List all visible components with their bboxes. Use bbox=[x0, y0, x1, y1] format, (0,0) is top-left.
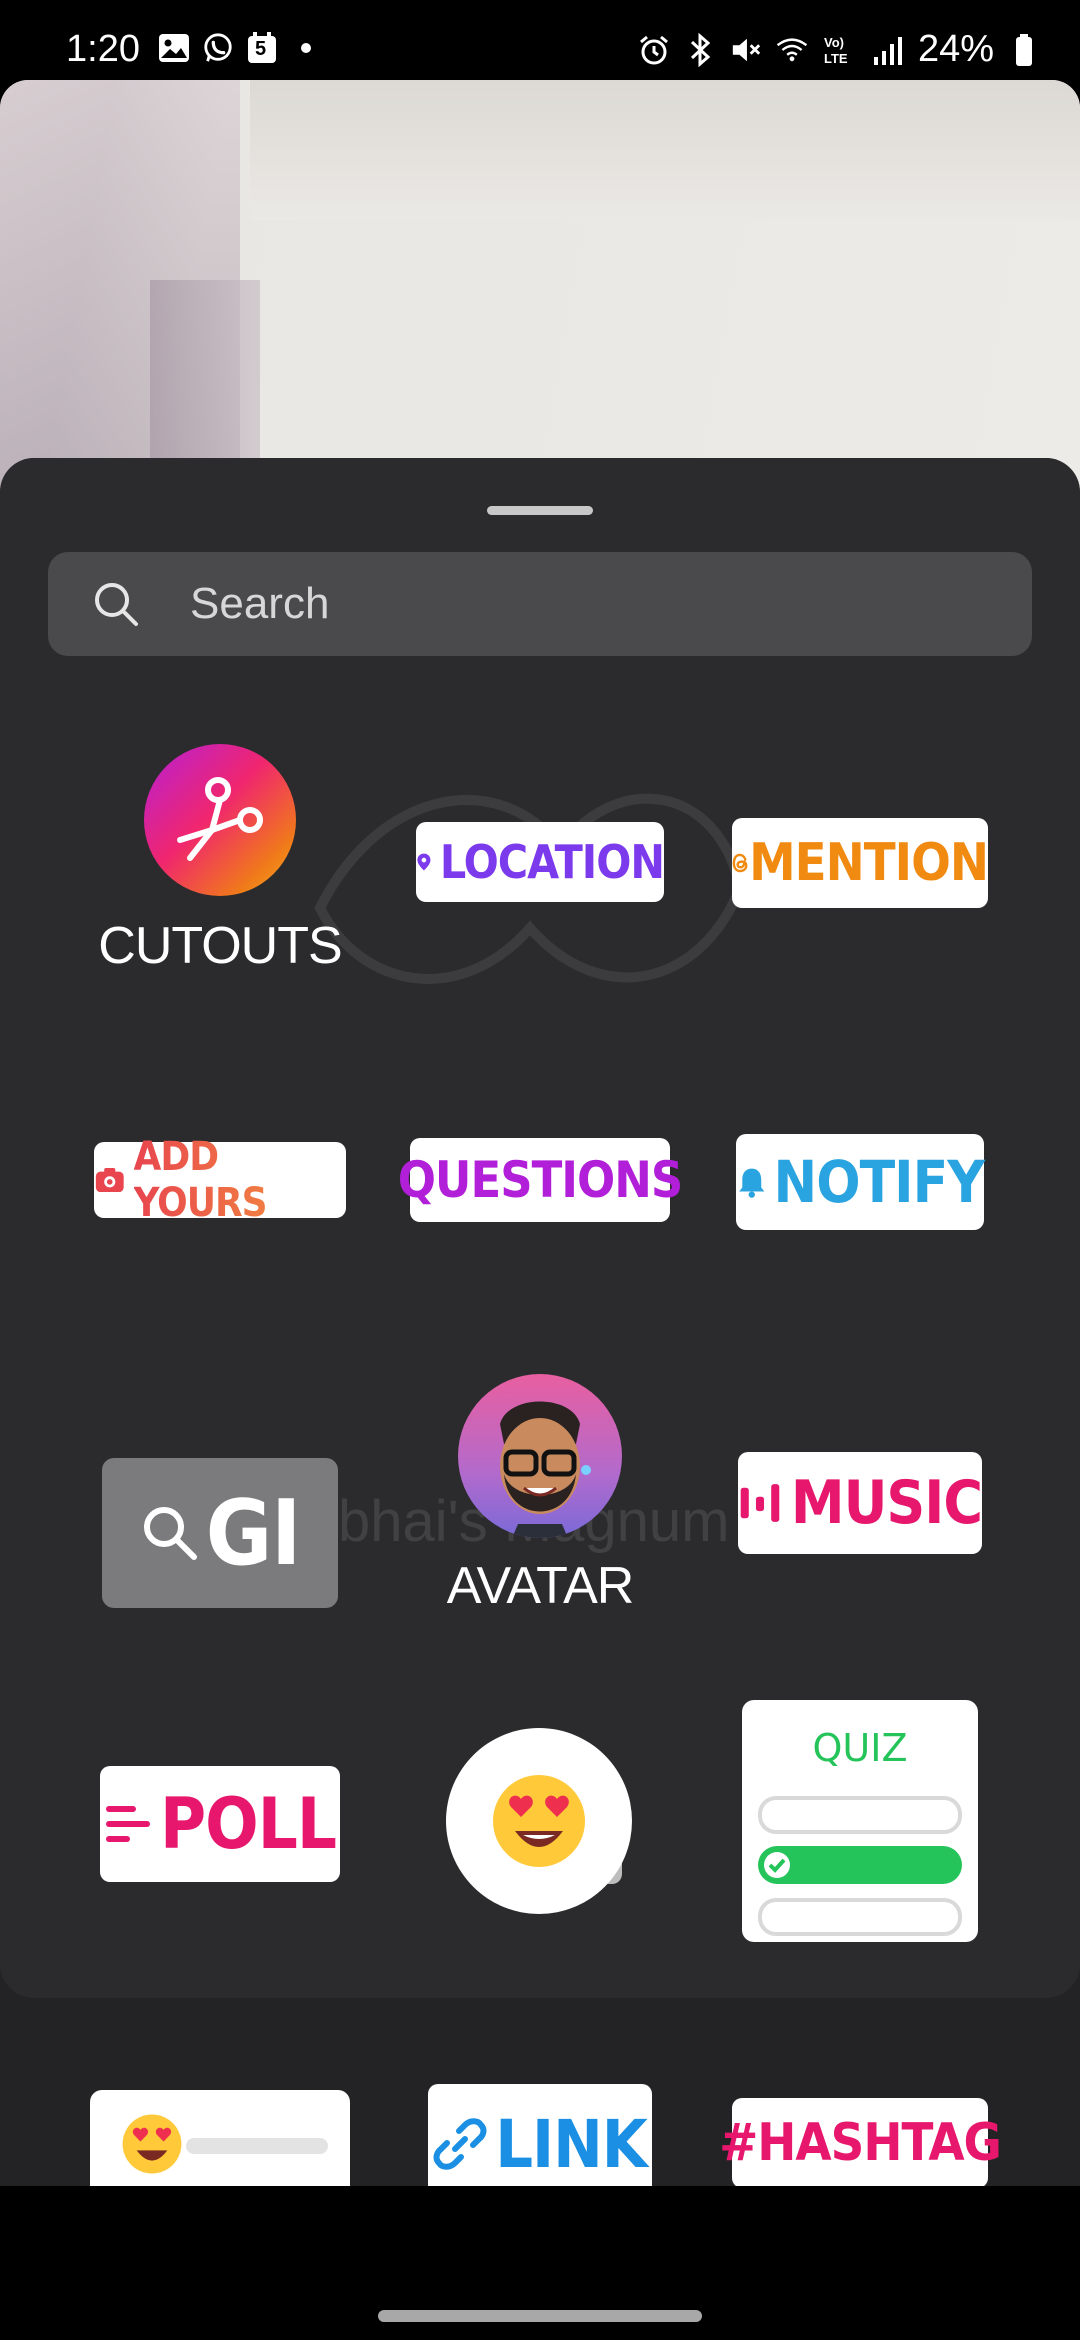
emoji-slider-sticker[interactable] bbox=[446, 1728, 636, 1928]
search-placeholder: Search bbox=[190, 579, 330, 628]
status-time: 1:20 bbox=[66, 28, 140, 70]
battery-percent: 24% bbox=[917, 28, 994, 70]
quiz-option-2 bbox=[758, 1846, 962, 1884]
cutouts-sticker[interactable]: CUTOUTS bbox=[84, 744, 356, 984]
bluetooth-icon bbox=[684, 32, 716, 67]
avatar-sticker[interactable]: AVATAR bbox=[440, 1374, 640, 1624]
battery-icon bbox=[1008, 33, 1040, 66]
mention-sticker[interactable]: MENTION bbox=[732, 818, 989, 908]
calendar-icon: 5 bbox=[246, 32, 278, 64]
emoji-slider-bar-sticker[interactable] bbox=[90, 2090, 350, 2200]
gif-label: GI bbox=[205, 1480, 302, 1586]
threads-mention-icon bbox=[732, 853, 748, 873]
scissors-icon bbox=[177, 777, 263, 861]
heart-eyes-emoji-small-icon bbox=[122, 2114, 182, 2174]
story-photo-background bbox=[0, 80, 1080, 500]
sticker-tray: Majnubhai's Magnum Op Search CUTOUTS bbox=[0, 458, 1080, 2340]
music-bars-icon bbox=[740, 1484, 780, 1522]
location-label: LOCATION bbox=[439, 835, 665, 889]
hashtag-label: #HASHTAG bbox=[719, 2113, 1002, 2173]
volte-icon: Vo) LTE bbox=[822, 34, 858, 66]
questions-sticker[interactable]: QUESTIONS bbox=[398, 1138, 683, 1222]
avatar bbox=[458, 1374, 622, 1538]
slider-track bbox=[186, 2138, 328, 2154]
cutouts-label: CUTOUTS bbox=[98, 917, 342, 975]
add-yours-sticker[interactable]: ADD YOURS bbox=[94, 1134, 346, 1226]
svg-text:Vo): Vo) bbox=[824, 35, 844, 50]
emoji-bubble bbox=[446, 1728, 632, 1914]
camera-icon bbox=[95, 1167, 124, 1193]
system-icons: Vo) LTE 24% bbox=[638, 28, 1040, 71]
status-bar: 1:20 5 Vo) LTE 24% bbox=[0, 0, 1080, 80]
poll-label: POLL bbox=[160, 1783, 337, 1865]
notify-sticker[interactable]: NOTIFY bbox=[736, 1134, 985, 1230]
notify-label: NOTIFY bbox=[773, 1148, 985, 1216]
poll-sticker[interactable]: POLL bbox=[100, 1766, 340, 1882]
svg-text:LTE: LTE bbox=[824, 51, 848, 66]
add-yours-label: ADD YOURS bbox=[134, 1134, 346, 1226]
bell-icon bbox=[739, 1168, 765, 1198]
alarm-icon bbox=[638, 34, 670, 66]
calendar-badge: 5 bbox=[255, 38, 267, 60]
gallery-icon bbox=[158, 32, 190, 64]
gif-search-icon bbox=[143, 1507, 197, 1560]
whatsapp-icon bbox=[202, 32, 234, 64]
location-sticker[interactable]: LOCATION bbox=[416, 822, 665, 902]
gif-sticker[interactable]: GI bbox=[102, 1458, 338, 1608]
quiz-sticker[interactable]: QUIZ bbox=[742, 1700, 978, 1942]
dot-icon bbox=[290, 32, 322, 64]
home-gesture-pill[interactable] bbox=[378, 2310, 702, 2322]
sticker-tray-body: Majnubhai's Magnum Op Search CUTOUTS bbox=[0, 458, 1080, 1998]
notification-icons: 5 bbox=[158, 32, 322, 64]
check-icon bbox=[764, 1852, 790, 1878]
quiz-option-1 bbox=[758, 1796, 962, 1834]
quiz-option-3 bbox=[758, 1898, 962, 1936]
search-icon bbox=[95, 583, 138, 626]
cutouts-icon bbox=[144, 744, 296, 896]
heart-eyes-emoji-icon bbox=[493, 1775, 585, 1867]
sticker-search-bar[interactable]: Search bbox=[48, 552, 1032, 656]
music-label: MUSIC bbox=[790, 1468, 983, 1538]
drag-handle[interactable] bbox=[487, 506, 593, 515]
wifi-icon bbox=[776, 34, 808, 66]
memoji-face-icon bbox=[500, 1401, 591, 1538]
quiz-label: QUIZ bbox=[812, 1726, 908, 1770]
signal-icon bbox=[872, 34, 904, 66]
link-label: LINK bbox=[495, 2105, 648, 2183]
avatar-label: AVATAR bbox=[446, 1557, 635, 1615]
questions-label: QUESTIONS bbox=[397, 1151, 684, 1209]
location-pin-icon bbox=[417, 853, 431, 871]
poll-lines-icon bbox=[106, 1806, 151, 1842]
hashtag-sticker[interactable]: #HASHTAG bbox=[719, 2098, 1002, 2188]
link-icon bbox=[433, 2118, 487, 2170]
mute-icon bbox=[730, 34, 762, 66]
mention-label: MENTION bbox=[749, 833, 989, 893]
music-sticker[interactable]: MUSIC bbox=[738, 1452, 983, 1554]
